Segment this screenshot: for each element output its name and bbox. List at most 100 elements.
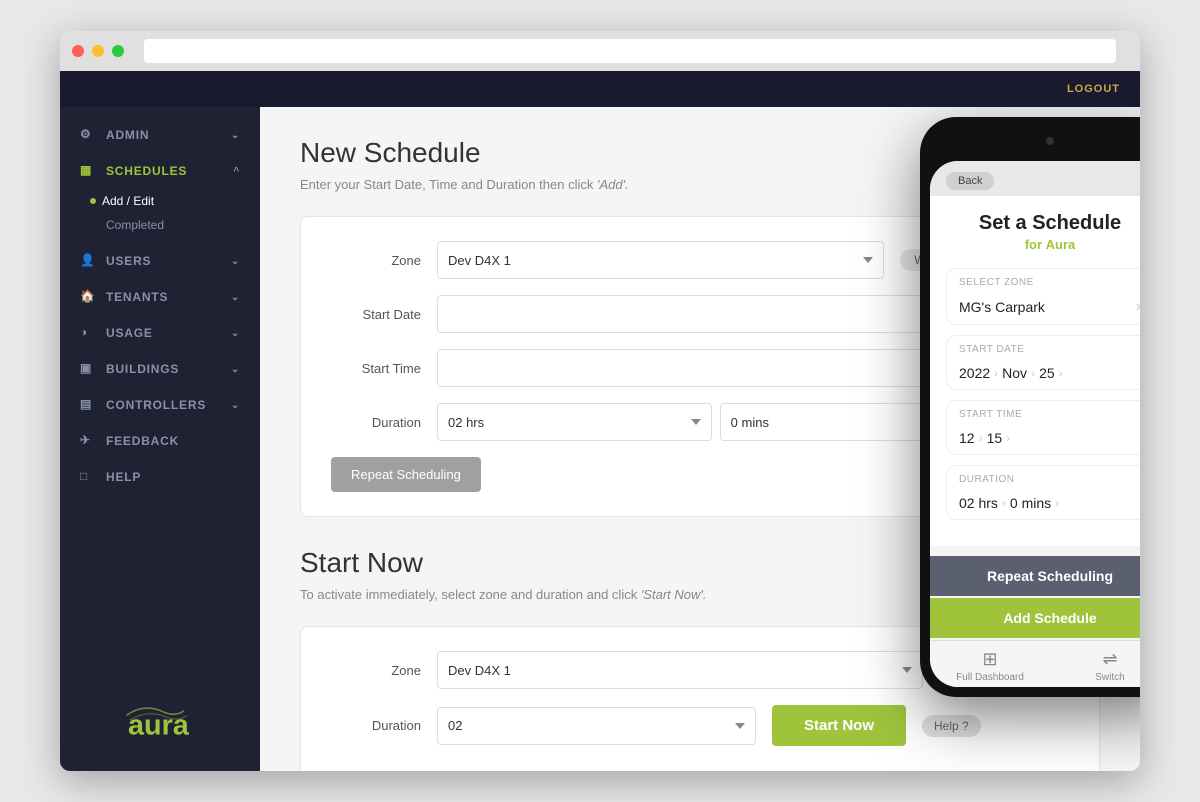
- sidebar-item-feedback[interactable]: ✈ FEEDBACK: [60, 423, 260, 459]
- sidebar-item-label-admin: ADMIN: [106, 128, 149, 142]
- start-now-duration-label: Duration: [331, 718, 421, 733]
- buildings-icon: ▣: [80, 361, 96, 377]
- phone-topbar: Back: [930, 161, 1140, 196]
- chevron-down-icon: ⌄: [231, 364, 240, 375]
- phone-time-hour: 12: [959, 430, 975, 446]
- phone-month-chevron: ›: [1031, 366, 1035, 380]
- sidebar-item-controllers[interactable]: ▤ CONTROLLERS ⌄: [60, 387, 260, 423]
- browser-titlebar: [60, 31, 1140, 71]
- zone-label: Zone: [331, 253, 421, 268]
- sidebar-logo: aura: [60, 681, 260, 761]
- chevron-down-icon: ⌄: [231, 130, 240, 141]
- phone-time-row[interactable]: 12 › 15 ›: [947, 422, 1140, 454]
- users-icon: 👤: [80, 253, 96, 269]
- sidebar-sub-label-completed: Completed: [106, 218, 164, 232]
- sidebar-item-help[interactable]: □ HELP: [60, 459, 260, 495]
- phone-year-chevron: ›: [994, 366, 998, 380]
- phone-actions: Repeat Scheduling Add Schedule: [930, 546, 1140, 640]
- start-now-zone-label: Zone: [331, 663, 421, 678]
- phone-hour-chevron: ›: [979, 431, 983, 445]
- duration-label: Duration: [331, 415, 421, 430]
- start-now-button[interactable]: Start Now: [772, 705, 906, 746]
- phone-zone-name-highlight: Aura: [1046, 237, 1076, 252]
- phone-duration-hrs-chevron: ›: [1002, 496, 1006, 510]
- start-now-duration-select[interactable]: 02: [437, 707, 756, 745]
- usage-icon: ◑: [80, 325, 96, 341]
- phone-subheading: for Aura: [946, 237, 1140, 252]
- feedback-icon: ✈: [80, 433, 96, 449]
- active-dot: [90, 198, 96, 204]
- main-content: New Schedule Enter your Start Date, Time…: [260, 107, 1140, 771]
- controllers-icon: ▤: [80, 397, 96, 413]
- phone-content: Set a Schedule for Aura Select Zone MG's…: [930, 196, 1140, 546]
- sidebar-item-label-feedback: FEEDBACK: [106, 434, 179, 448]
- chevron-down-icon: ⌄: [231, 256, 240, 267]
- sidebar-nav: ⚙ ADMIN ⌄ ▦ SCHEDULES ^: [60, 107, 260, 681]
- phone-time-min: 15: [987, 430, 1003, 446]
- phone-select-zone-section: Select Zone MG's Carpark ›: [946, 268, 1140, 325]
- sidebar-sub-label-add-edit: Add / Edit: [102, 194, 154, 208]
- repeat-scheduling-button[interactable]: Repeat Scheduling: [331, 457, 481, 492]
- phone-tab-full-dashboard[interactable]: ⊞ Full Dashboard: [930, 649, 1050, 683]
- start-date-label: Start Date: [331, 307, 421, 322]
- address-bar[interactable]: [144, 39, 1116, 63]
- start-now-zone-select[interactable]: Dev D4X 1: [437, 651, 923, 689]
- admin-icon: ⚙: [80, 127, 96, 143]
- phone-date-month: Nov: [1002, 365, 1027, 381]
- help-icon: □: [80, 469, 96, 485]
- app-header: LOGOUT: [60, 71, 1140, 107]
- close-dot[interactable]: [72, 45, 84, 57]
- minimize-dot[interactable]: [92, 45, 104, 57]
- sidebar-sub-schedules: Add / Edit Completed: [60, 189, 260, 243]
- phone-tab-switch[interactable]: ⇌ Switch: [1050, 649, 1140, 683]
- sidebar-item-usage[interactable]: ◑ USAGE ⌄: [60, 315, 260, 351]
- sidebar-sub-item-add-edit[interactable]: Add / Edit: [106, 189, 260, 213]
- chevron-up-icon: ^: [233, 166, 240, 177]
- phone-add-schedule-button[interactable]: Add Schedule: [930, 598, 1140, 638]
- start-now-help-button[interactable]: Help ?: [922, 715, 981, 737]
- phone-repeat-scheduling-button[interactable]: Repeat Scheduling: [930, 556, 1140, 596]
- start-now-duration-row: Duration 02 Start Now Help ?: [331, 705, 1069, 746]
- phone-zone-row[interactable]: MG's Carpark ›: [947, 290, 1140, 324]
- phone-duration-label: Duration: [947, 466, 1140, 487]
- phone-start-time-label: Start Time: [947, 401, 1140, 422]
- phone-start-date-section: Start Date 2022 › Nov › 25 ›: [946, 335, 1140, 390]
- logout-button[interactable]: LOGOUT: [1067, 83, 1120, 95]
- phone-mockup: Back Set a Schedule for Aura Select Zone: [920, 117, 1140, 697]
- switch-icon: ⇌: [1102, 649, 1117, 670]
- sidebar-item-label-buildings: BUILDINGS: [106, 362, 179, 376]
- sidebar: ⚙ ADMIN ⌄ ▦ SCHEDULES ^: [60, 107, 260, 771]
- sidebar-item-label-usage: USAGE: [106, 326, 153, 340]
- phone-heading: Set a Schedule: [946, 212, 1140, 235]
- phone-start-date-label: Start Date: [947, 336, 1140, 357]
- duration-hrs-select[interactable]: 02 hrs: [437, 403, 712, 441]
- sidebar-item-buildings[interactable]: ▣ BUILDINGS ⌄: [60, 351, 260, 387]
- sidebar-sub-item-completed[interactable]: Completed: [106, 213, 260, 237]
- sidebar-item-schedules[interactable]: ▦ SCHEDULES ^: [60, 153, 260, 189]
- phone-day-chevron: ›: [1059, 366, 1063, 380]
- phone-bottom-bar: ⊞ Full Dashboard ⇌ Switch: [930, 640, 1140, 687]
- start-time-label: Start Time: [331, 361, 421, 376]
- start-time-input[interactable]: [437, 349, 994, 387]
- phone-duration-row[interactable]: 02 hrs › 0 mins ›: [947, 487, 1140, 519]
- sidebar-item-label-tenants: TENANTS: [106, 290, 168, 304]
- phone-tab-switch-label: Switch: [1095, 672, 1124, 683]
- phone-duration-mins-chevron: ›: [1055, 496, 1059, 510]
- sidebar-item-admin[interactable]: ⚙ ADMIN ⌄: [60, 117, 260, 153]
- sidebar-item-tenants[interactable]: 🏠 TENANTS ⌄: [60, 279, 260, 315]
- phone-back-button[interactable]: Back: [946, 172, 994, 190]
- phone-tab-dashboard-label: Full Dashboard: [956, 672, 1024, 683]
- phone-duration-hrs: 02 hrs: [959, 495, 998, 511]
- zone-select[interactable]: Dev D4X 1: [437, 241, 884, 279]
- chevron-down-icon: ⌄: [231, 400, 240, 411]
- sidebar-item-users[interactable]: 👤 USERS ⌄: [60, 243, 260, 279]
- phone-notch: [930, 133, 1140, 153]
- phone-min-chevron: ›: [1006, 431, 1010, 445]
- start-date-input[interactable]: [437, 295, 994, 333]
- sidebar-item-label-controllers: CONTROLLERS: [106, 398, 206, 412]
- phone-zone-value: MG's Carpark: [959, 299, 1045, 315]
- sidebar-item-label-help: HELP: [106, 470, 141, 484]
- sidebar-item-label-users: USERS: [106, 254, 151, 268]
- maximize-dot[interactable]: [112, 45, 124, 57]
- phone-date-row[interactable]: 2022 › Nov › 25 ›: [947, 357, 1140, 389]
